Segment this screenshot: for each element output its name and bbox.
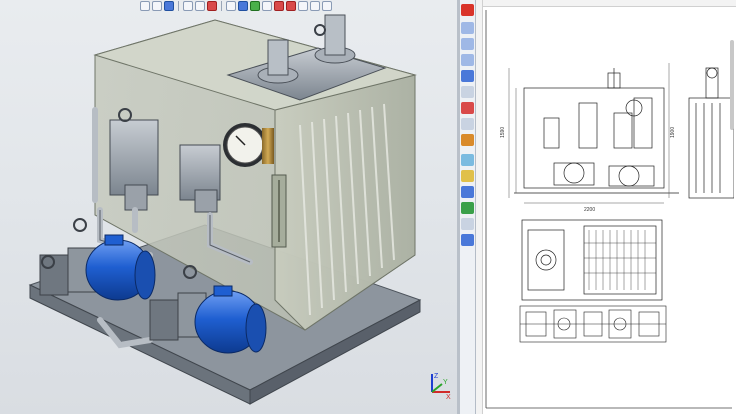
scrollbar-thumb[interactable] — [730, 40, 734, 130]
vertical-ruler — [476, 0, 483, 414]
zoom-window-icon[interactable] — [461, 54, 474, 66]
engineering-drawing-sheet: 1590 1900 2200 — [485, 10, 734, 409]
bottom-detail-view — [519, 305, 667, 343]
erase-icon[interactable] — [461, 118, 474, 130]
pump-motor-assembly-1 — [39, 234, 156, 301]
axis-y-label: Y — [443, 379, 448, 386]
select-icon[interactable] — [461, 234, 474, 246]
valve-manifold-1 — [109, 119, 159, 196]
fit-icon[interactable] — [461, 86, 474, 98]
front-elevation-view — [514, 68, 679, 194]
hydraulic-unit-3d-model[interactable] — [0, 0, 457, 414]
horizontal-ruler — [476, 0, 736, 7]
measure-icon[interactable] — [461, 134, 474, 146]
zoom-out-icon[interactable] — [461, 38, 474, 50]
pump-2 — [149, 299, 179, 341]
zoom-in-icon[interactable] — [461, 22, 474, 34]
dimension-label: 1590 — [500, 127, 506, 138]
magnet-icon[interactable] — [461, 4, 474, 16]
valve-handwheel-top — [314, 24, 326, 36]
filter-2 — [324, 14, 346, 56]
dimension-lines — [508, 63, 670, 204]
block-icon[interactable] — [461, 170, 474, 182]
axis-z-label: Z — [434, 373, 439, 380]
2d-drawing-view[interactable]: 1590 1900 2200 — [476, 0, 736, 414]
shapes-icon[interactable] — [461, 186, 474, 198]
palette-icon[interactable] — [461, 154, 474, 166]
frame-icon[interactable] — [461, 218, 474, 230]
vertical-toolstrip — [460, 0, 476, 414]
pen-red-icon[interactable] — [461, 102, 474, 114]
axis-x-label: X — [446, 394, 451, 400]
dimension-labels: 1590 1900 2200 — [500, 127, 676, 213]
axis-triad: Z X Y — [431, 373, 451, 400]
valve-handwheel — [73, 218, 87, 232]
dimension-label: 1900 — [670, 127, 676, 138]
gauge-brass-fitting — [262, 128, 274, 164]
dimension-label: 2200 — [584, 207, 595, 213]
green-shape-icon[interactable] — [461, 202, 474, 214]
side-elevation-view — [688, 67, 734, 199]
filter-1 — [267, 39, 289, 76]
plan-view — [521, 219, 663, 301]
search-icon[interactable] — [461, 70, 474, 82]
3d-model-viewport[interactable]: Z X Y — [0, 0, 457, 414]
